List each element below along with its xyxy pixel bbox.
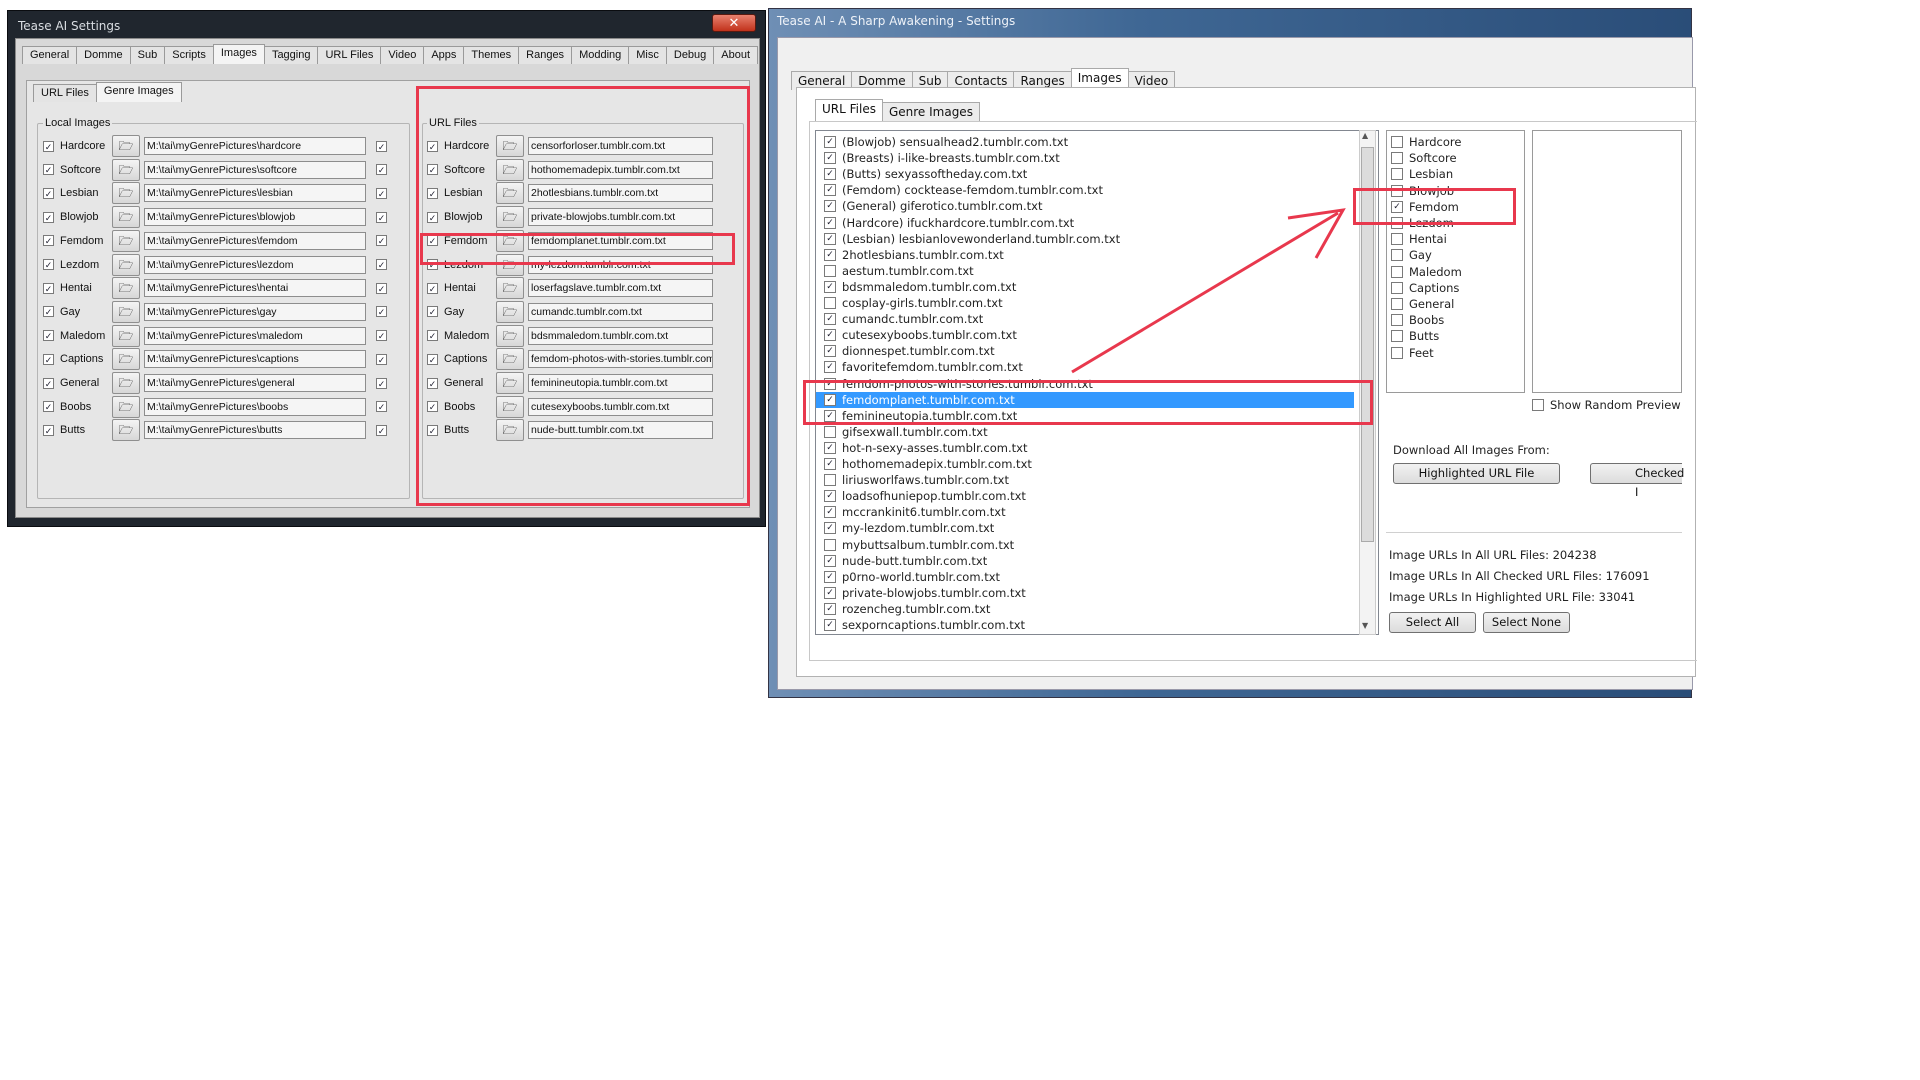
annotation-arrow (1071, 208, 1346, 374)
